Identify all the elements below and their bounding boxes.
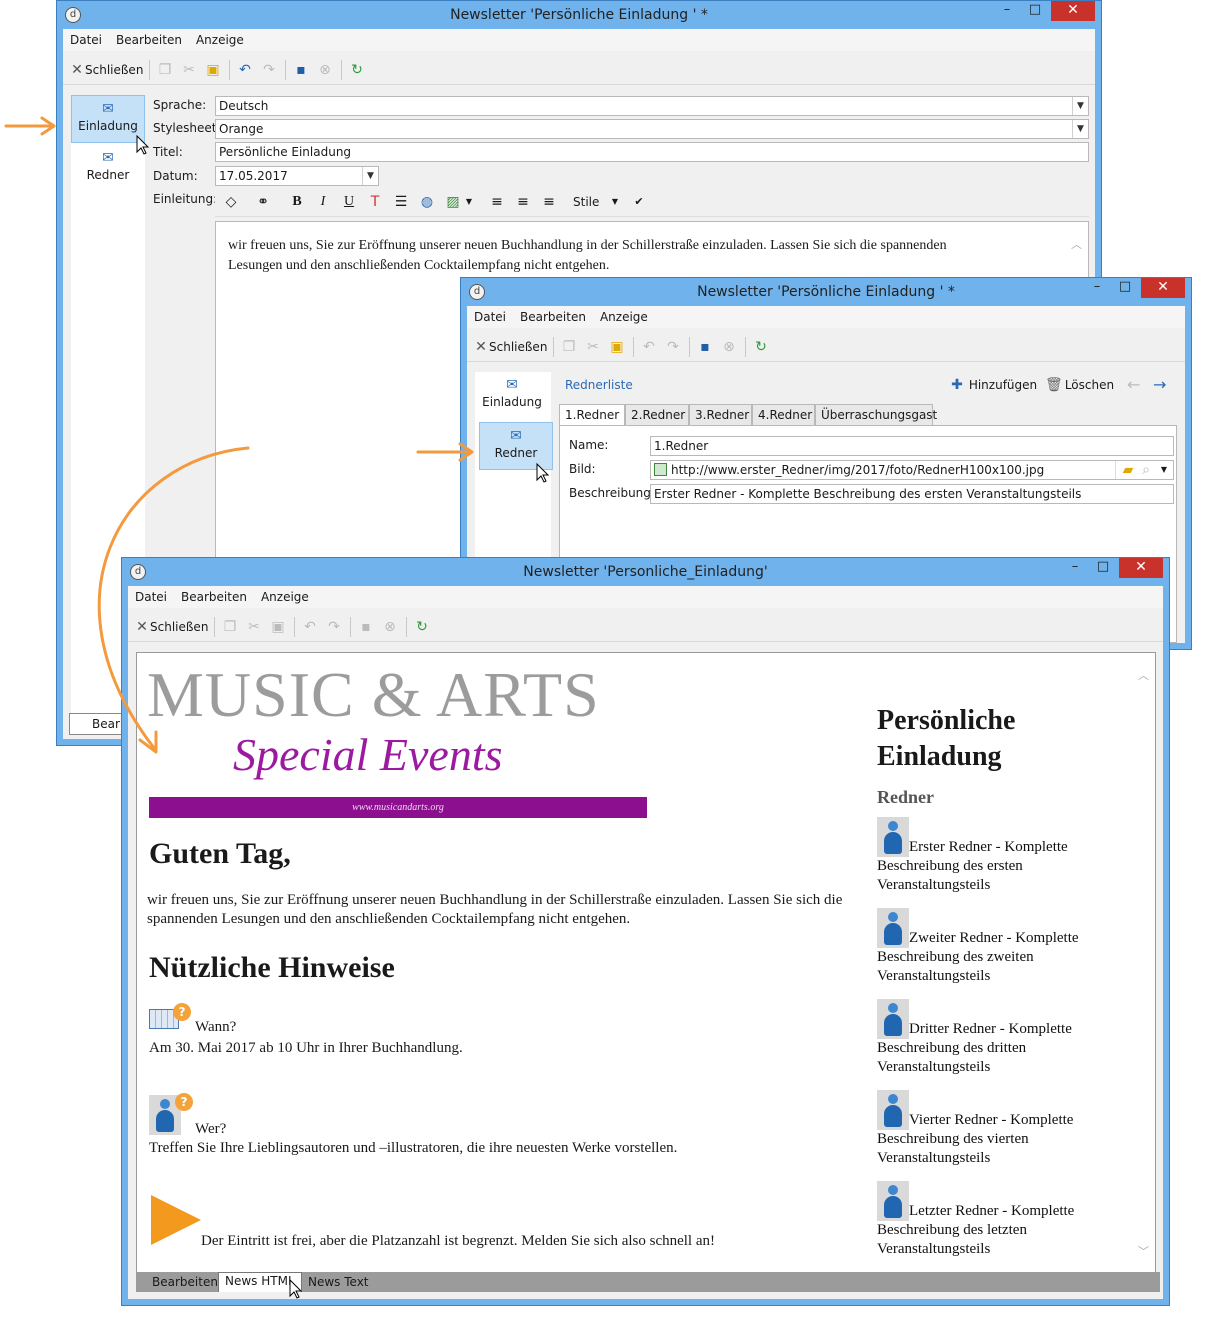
annotation-overlay (4, 116, 550, 1299)
mouse-cursor-icon (289, 1278, 303, 1299)
arrow-to-redner (416, 442, 474, 462)
screenshot: d Newsletter 'Persönliche Einladung ' * … (0, 0, 1208, 1324)
curved-arrow-to-preview (97, 446, 250, 754)
arrow-to-einladung (4, 116, 56, 136)
mouse-cursor-icon (536, 462, 550, 483)
mouse-cursor-icon (136, 134, 150, 155)
